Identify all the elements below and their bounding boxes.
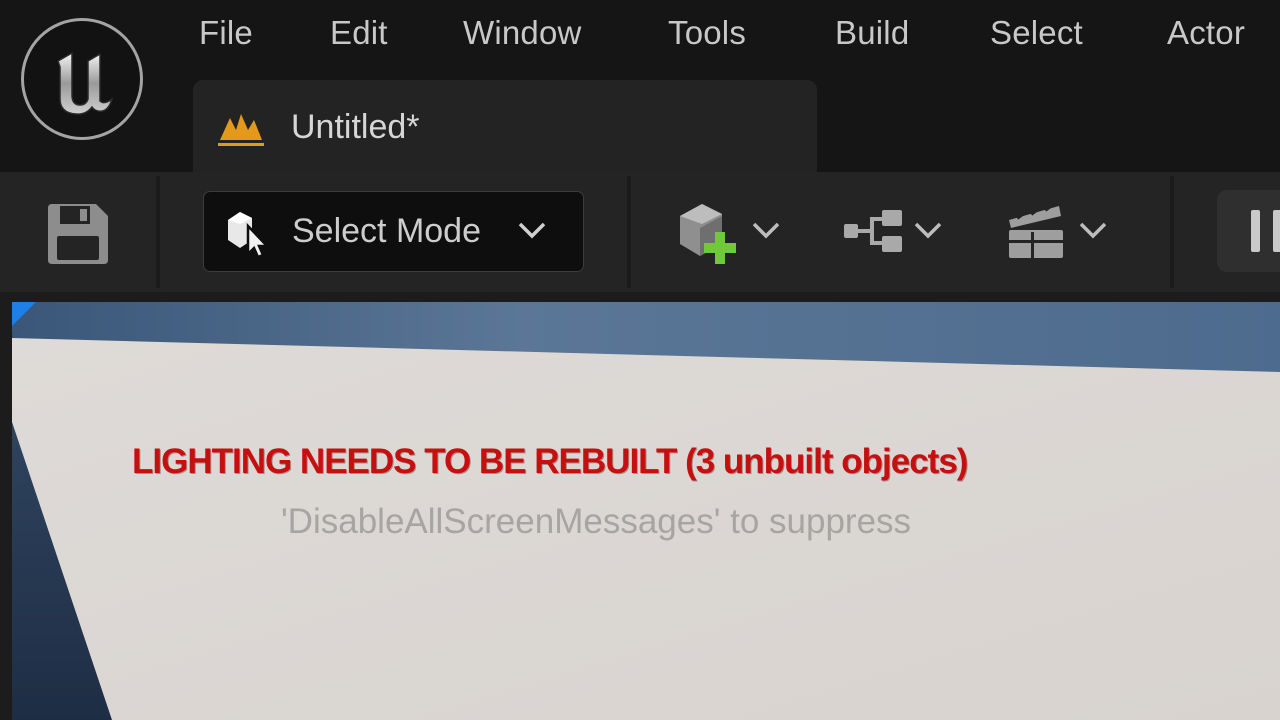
add-actor-icon (680, 204, 736, 264)
menu-build[interactable]: Build (835, 14, 909, 52)
menu-bar: File Edit Window Tools Build Select Acto… (160, 0, 1280, 70)
menu-edit[interactable]: Edit (330, 14, 388, 52)
save-icon[interactable] (40, 198, 116, 268)
title-bar: File Edit Window Tools Build Select Acto… (0, 0, 1280, 172)
chevron-down-icon (516, 218, 548, 247)
menu-tools[interactable]: Tools (668, 14, 746, 52)
select-mode-icon (222, 206, 274, 263)
blueprint-button[interactable] (838, 192, 950, 274)
select-mode-dropdown[interactable]: Select Mode (203, 191, 584, 272)
menu-select[interactable]: Select (990, 14, 1083, 52)
toolbar-bar-icon (1273, 210, 1280, 252)
suppress-hint-text: 'DisableAllScreenMessages' to suppress (281, 502, 912, 541)
lighting-warning-text: LIGHTING NEEDS TO BE REBUILT (3 unbuilt … (132, 442, 968, 481)
menu-file[interactable]: File (199, 14, 253, 52)
select-mode-label: Select Mode (292, 212, 481, 250)
cinematics-button[interactable] (1003, 192, 1115, 274)
menu-window[interactable]: Window (463, 14, 582, 52)
toolbar-separator (1170, 176, 1174, 288)
play-controls-button[interactable] (1217, 190, 1280, 272)
add-actor-button[interactable] (672, 192, 784, 274)
main-toolbar: Select Mode (0, 172, 1280, 292)
menu-actor[interactable]: Actor (1167, 14, 1245, 52)
unreal-engine-logo-icon[interactable] (21, 18, 143, 140)
toolbar-separator (156, 176, 160, 288)
level-viewport[interactable]: LIGHTING NEEDS TO BE REBUILT (3 unbuilt … (12, 302, 1280, 720)
cinematics-icon (1009, 202, 1063, 258)
level-tab[interactable]: Untitled* (193, 80, 817, 172)
blueprint-icon (844, 210, 902, 252)
level-icon (216, 110, 266, 153)
toolbar-bar-icon (1251, 210, 1260, 252)
tab-label: Untitled* (291, 108, 420, 146)
toolbar-separator (627, 176, 631, 288)
viewport-corner-marker (12, 302, 36, 326)
